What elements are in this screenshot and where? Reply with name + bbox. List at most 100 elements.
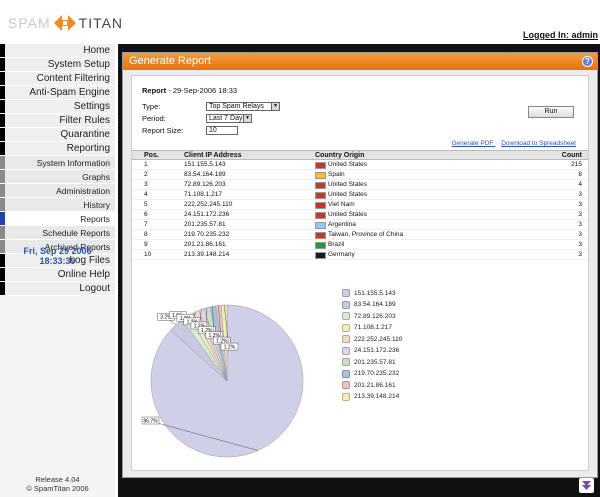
release-info: Release 4.04 © SpamTitan 2006 (0, 475, 115, 493)
legend-item: 83.54.164.189 (342, 300, 402, 310)
table-header: Pos. Client IP Address Country Origin Co… (132, 150, 588, 160)
cell-origin: Germany (315, 250, 355, 260)
legend-swatch (342, 346, 350, 355)
cell-origin-text: United States (328, 191, 368, 198)
sidebar-item-filter-rules[interactable]: Filter Rules (0, 114, 115, 128)
cell-origin-text: United States (328, 211, 368, 218)
legend-item: 222.252.245.110 (342, 334, 402, 344)
logged-in-user[interactable]: Logged In: admin (523, 30, 598, 40)
flag-us-icon (315, 181, 326, 189)
legend-label: 201.235.57.81 (354, 358, 396, 366)
period-select[interactable]: Last 7 Days ▼ (206, 114, 252, 123)
cell-pos: 6 (144, 211, 148, 218)
scroll-down-icon[interactable] (579, 478, 594, 493)
sidebar-item-reporting[interactable]: Reporting (0, 142, 115, 156)
sidebar-item-home[interactable]: Home (0, 44, 115, 58)
sidebar-item-graphs[interactable]: Graphs (0, 170, 115, 184)
flag-us-icon (315, 191, 326, 199)
cell-pos: 5 (144, 201, 148, 208)
download-spreadsheet-link[interactable]: Download to Spreadsheet (501, 140, 576, 147)
legend-item: 24.151.172.236 (342, 346, 402, 356)
relay-table: Pos. Client IP Address Country Origin Co… (132, 150, 588, 260)
sidebar-nav: Home System Setup Content Filtering Anti-Sp… (0, 44, 115, 497)
table-row: 2 83.54.164.189 Spain 8 (132, 170, 588, 180)
export-links: Generate PDF Download to Spreadsheet (445, 140, 576, 147)
spamtitan-logo: SPAM TITAN (8, 12, 123, 34)
type-select-value: Top Spam Relays (209, 103, 264, 110)
logo-word-titan: TITAN (78, 15, 124, 31)
cell-origin-text: Brazil (328, 241, 345, 248)
flag-de-icon (315, 251, 326, 259)
type-dropdown-arrow-icon: ▼ (271, 103, 279, 110)
cell-origin: United States (315, 210, 367, 220)
cell-count: 8 (578, 171, 582, 178)
sidebar-item-system-setup[interactable]: System Setup (0, 58, 115, 72)
cell-origin-text: Spain (328, 171, 345, 178)
cell-pos: 3 (144, 181, 148, 188)
legend-item: 151.155.5.143 (342, 288, 402, 298)
cell-origin: Taiwan, Province of China (315, 230, 403, 240)
period-select-value: Last 7 Days (209, 115, 246, 122)
legend-swatch (342, 289, 350, 297)
size-label: Report Size: (142, 126, 184, 135)
sidebar-item-logout[interactable]: Logout (0, 282, 115, 296)
generate-pdf-link[interactable]: Generate PDF (451, 140, 493, 147)
slice-label: 86.7% (143, 419, 158, 425)
table-row: 10 213.39.148.214 Germany 3 (132, 250, 588, 260)
cell-count: 3 (578, 231, 582, 238)
legend-label: 219.70.235.232 (354, 370, 400, 377)
cell-pos: 9 (144, 241, 148, 248)
cell-ip: 213.39.148.214 (184, 251, 230, 258)
sidebar-item-content-filtering[interactable]: Content Filtering (0, 72, 115, 86)
cell-pos: 1 (144, 161, 148, 168)
report-label: Report (142, 86, 167, 95)
table-row: 4 71.108.1.217 United States 3 (132, 190, 588, 200)
table-row: 8 219.70.235.232 Taiwan, Province of China… (132, 230, 588, 240)
legend-label: 222.252.245.110 (354, 335, 403, 343)
clock-date: Fri, Sep 29 2006 (23, 246, 92, 256)
cell-origin: United States (315, 160, 367, 170)
help-icon[interactable]: ? (582, 56, 593, 67)
sidebar-item-administration[interactable]: Administration (0, 184, 115, 198)
table-body: 1 151.155.5.143 United States 215 2 83.54.164… (132, 160, 588, 260)
legend-label: 71.108.1.217 (354, 324, 392, 331)
table-row: 3 72.89.126.203 United States 4 (132, 180, 588, 190)
chart-legend: 151.155.5.143 83.54.164.189 72.89.126.203 7… (342, 288, 402, 403)
legend-swatch (342, 381, 350, 389)
generate-report-panel: Generate Report ? Report - 29-Sep-2006 1… (122, 52, 598, 478)
type-label: Type: (142, 102, 161, 111)
cell-count: 3 (578, 241, 582, 248)
report-size-input[interactable]: 10 (206, 126, 238, 135)
table-row: 6 24.151.172.236 United States 3 (132, 210, 588, 220)
sidebar-item-history[interactable]: History (0, 198, 115, 212)
cell-ip: 24.151.172.236 (184, 211, 230, 218)
cell-origin: United States (315, 180, 367, 190)
sidebar-item-schedule-reports[interactable]: Schedule Reports (0, 226, 115, 240)
cell-count: 3 (578, 201, 582, 208)
type-select[interactable]: Top Spam Relays ▼ (206, 102, 280, 111)
cell-ip: 201.235.57.81 (184, 221, 226, 228)
cell-ip: 201.21.86.161 (184, 241, 226, 248)
run-button[interactable]: Run (528, 106, 574, 118)
cell-origin-text: Germany (328, 251, 355, 258)
legend-item: 201.235.57.81 (342, 357, 402, 367)
period-dropdown-arrow-icon: ▼ (243, 115, 251, 122)
cell-origin-text: Argentina (328, 221, 356, 228)
table-row: 5 222.252.245.110 Viet Nam 3 (132, 200, 588, 210)
legend-swatch (342, 323, 350, 332)
sidebar-item-quarantine[interactable]: Quarantine (0, 128, 115, 142)
sidebar-item-anti-spam-engine[interactable]: Anti-Spam Engine (0, 86, 115, 100)
cell-count: 4 (578, 181, 582, 188)
flag-es-icon (315, 171, 326, 179)
cell-count: 3 (578, 251, 582, 258)
cell-ip: 72.89.126.203 (184, 181, 226, 188)
table-row: 7 201.235.57.81 Argentina 3 (132, 220, 588, 230)
sidebar-item-reports[interactable]: Reports (0, 212, 115, 226)
sidebar-item-online-help[interactable]: Online Help (0, 268, 115, 282)
slice-label: 1.2% (224, 345, 236, 351)
sidebar-item-settings[interactable]: Settings (0, 100, 115, 114)
cell-count: 3 (578, 221, 582, 228)
cell-pos: 4 (144, 191, 148, 198)
sidebar-item-system-information[interactable]: System Information (0, 156, 115, 170)
legend-label: 72.89.126.203 (354, 312, 396, 320)
